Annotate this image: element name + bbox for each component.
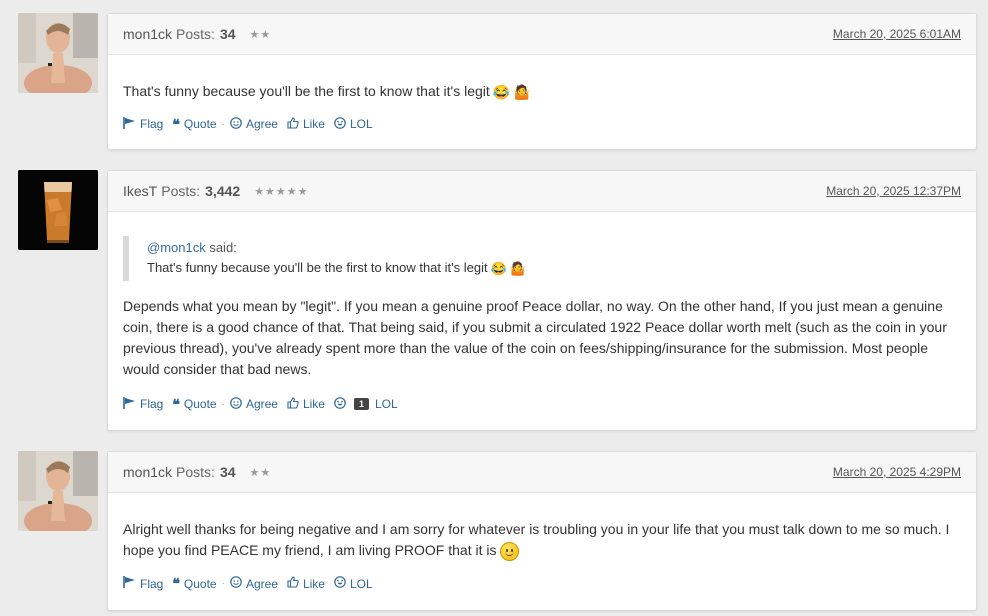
message-text: Alright well thanks for being negative a… — [123, 521, 950, 558]
flag-icon — [123, 396, 136, 412]
like-button[interactable]: Like — [287, 117, 325, 132]
lol-button[interactable]: LOL — [334, 576, 373, 591]
post-message: Depends what you mean by "legit". If you… — [123, 297, 947, 377]
forum-post: mon1ck Posts: 34 ★★ March 20, 2025 4:29P… — [107, 451, 977, 611]
lol-button[interactable]: LOL — [334, 116, 373, 132]
quote-button[interactable]: ❝ Quote — [172, 396, 216, 413]
like-label: Like — [302, 576, 325, 591]
rank-stars: ★★ — [249, 466, 272, 479]
agree-label: Agree — [245, 576, 278, 591]
username-link[interactable]: mon1ck — [123, 26, 172, 42]
quote-icon: ❝ — [172, 575, 180, 591]
agree-label: Agree — [245, 397, 278, 412]
laugh-icon — [334, 576, 346, 591]
post-count: 3,442 — [205, 183, 241, 199]
like-button[interactable]: Like — [287, 397, 325, 412]
like-label: Like — [302, 117, 325, 132]
post-actions: Flag ❝ Quote · Agree Like 1 LOL — [123, 396, 961, 413]
post-header: mon1ck Posts: 34 ★★ March 20, 2025 6:01A… — [108, 14, 976, 55]
blockquote: @mon1ck said: That's funny because you'l… — [123, 236, 961, 281]
separator: · — [221, 578, 225, 589]
smile-emoji — [500, 541, 520, 561]
forum-post: IkesT Posts: 3,442 ★★★★★ March 20, 2025 … — [107, 170, 977, 431]
like-label: Like — [302, 397, 325, 412]
username-link[interactable]: mon1ck — [123, 464, 172, 480]
posts-label: Posts: — [176, 26, 215, 42]
thumbs-up-icon — [287, 117, 299, 132]
separator: · — [221, 398, 225, 410]
posts-label: Posts: — [161, 183, 201, 199]
flag-label: Flag — [140, 117, 164, 132]
post-actions: Flag ❝ Quote · Agree Like LOL — [123, 116, 961, 133]
laugh-icon — [334, 396, 346, 412]
lol-label: LOL — [375, 397, 398, 412]
post-header: mon1ck Posts: 34 ★★ March 20, 2025 4:29P… — [108, 452, 976, 493]
quote-said-text: said: — [205, 240, 237, 255]
user-avatar[interactable] — [18, 451, 98, 531]
agree-label: Agree — [245, 117, 278, 132]
quote-icon: ❝ — [172, 115, 180, 132]
quote-label: Quote — [183, 576, 217, 591]
rank-stars: ★★★★★ — [254, 185, 309, 198]
rank-stars: ★★ — [249, 28, 272, 41]
shrug-emoji: 🤷 — [509, 260, 526, 276]
laughing-emoji: 😂 — [490, 260, 507, 276]
posts-label: Posts: — [176, 464, 215, 480]
thumbs-up-icon — [287, 576, 299, 591]
post-date-link[interactable]: March 20, 2025 6:01AM — [833, 27, 961, 41]
flag-button[interactable]: Flag — [123, 396, 164, 412]
smile-icon — [230, 576, 242, 591]
flag-icon — [123, 116, 136, 132]
flag-icon — [123, 576, 136, 591]
message-text: That's funny because you'll be the first… — [123, 83, 490, 99]
smile-icon — [230, 116, 242, 132]
quote-author-link[interactable]: @mon1ck — [147, 240, 206, 255]
forum-post: mon1ck Posts: 34 ★★ March 20, 2025 6:01A… — [107, 13, 977, 150]
post-header: IkesT Posts: 3,442 ★★★★★ March 20, 2025 … — [108, 171, 976, 212]
post-count: 34 — [219, 26, 236, 42]
quote-label: Quote — [183, 117, 217, 132]
user-avatar[interactable] — [18, 13, 98, 93]
agree-button[interactable]: Agree — [230, 576, 278, 591]
smile-icon — [230, 396, 242, 412]
user-avatar[interactable] — [18, 170, 98, 250]
shrug-emoji: 🤷 — [513, 83, 531, 100]
agree-button[interactable]: Agree — [230, 116, 278, 132]
quote-button[interactable]: ❝ Quote — [172, 575, 216, 592]
lol-label: LOL — [349, 576, 373, 591]
agree-button[interactable]: Agree — [230, 396, 278, 412]
separator: · — [221, 118, 225, 130]
quote-label: Quote — [183, 397, 217, 412]
flag-label: Flag — [140, 397, 164, 412]
quote-text: That's funny because you'll be the first… — [147, 260, 488, 275]
post-message: That's funny because you'll be the first… — [123, 81, 961, 103]
flag-button[interactable]: Flag — [123, 116, 164, 132]
quote-button[interactable]: ❝ Quote — [172, 116, 216, 133]
post-count: 34 — [219, 464, 236, 480]
username-link[interactable]: IkesT — [123, 183, 157, 199]
flag-label: Flag — [140, 576, 164, 591]
flag-button[interactable]: Flag — [123, 576, 163, 591]
lol-count-badge: 1 — [353, 398, 369, 411]
post-date-link[interactable]: March 20, 2025 4:29PM — [833, 465, 961, 479]
like-button[interactable]: Like — [287, 576, 325, 591]
post-date-link[interactable]: March 20, 2025 12:37PM — [826, 184, 961, 198]
post-actions: Flag ❝ Quote · Agree Like LOL — [123, 575, 961, 592]
lol-label: LOL — [349, 117, 373, 132]
lol-button[interactable]: 1 LOL — [334, 396, 398, 412]
post-message: Alright well thanks for being negative a… — [123, 519, 961, 561]
quote-icon: ❝ — [172, 395, 180, 412]
laughing-emoji: 😂 — [492, 83, 511, 100]
laugh-icon — [334, 116, 346, 132]
thumbs-up-icon — [287, 397, 299, 412]
